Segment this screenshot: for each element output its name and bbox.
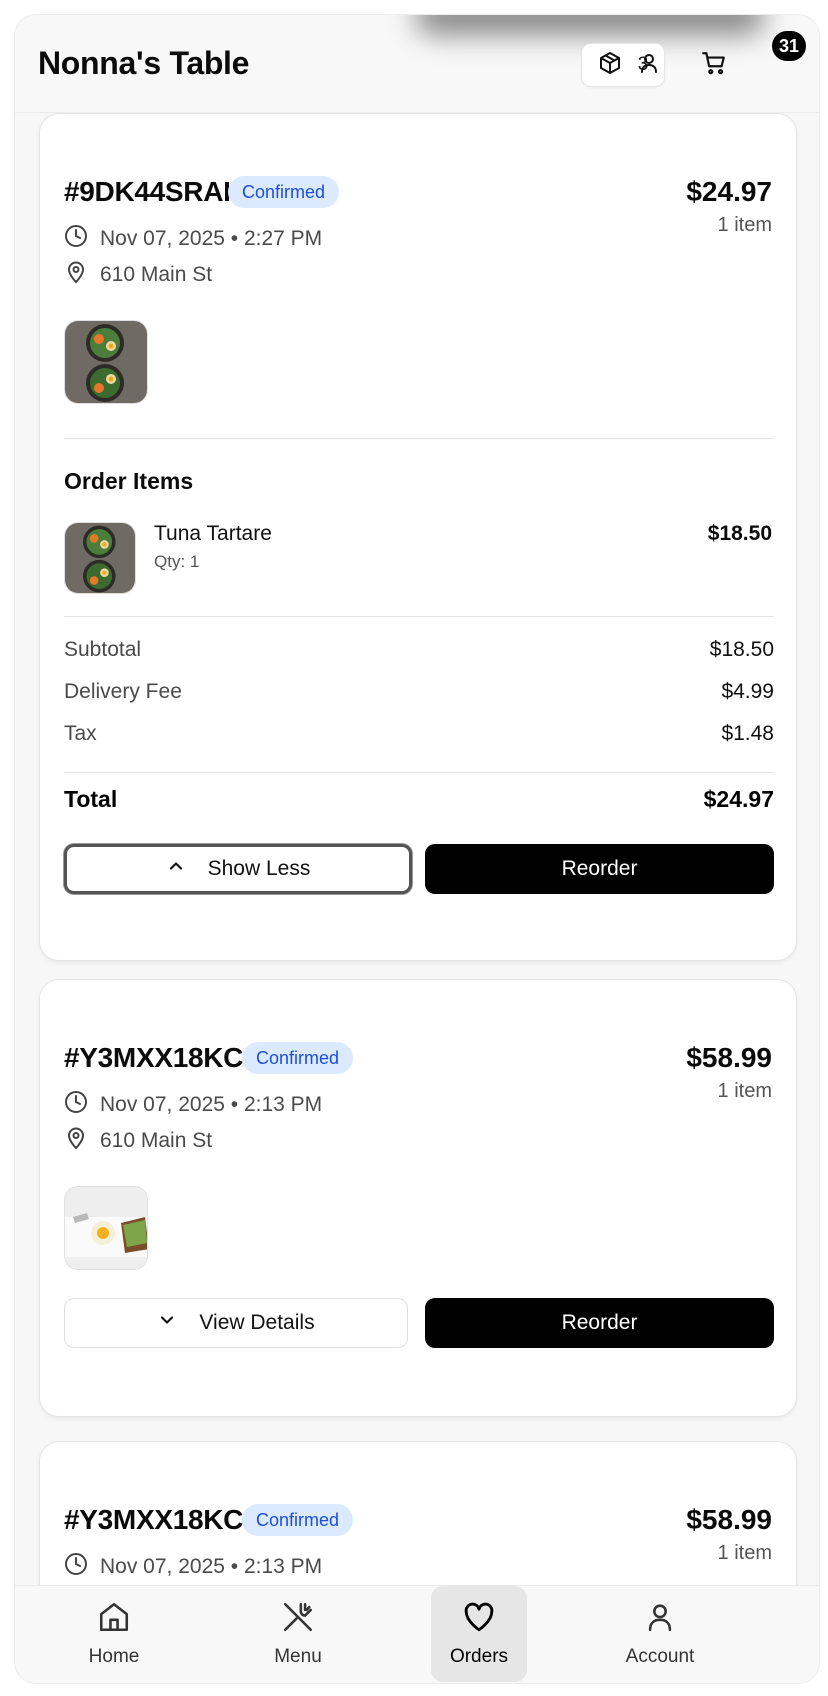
order-date-row: Nov 07, 2025 • 2:27 PM xyxy=(64,224,322,254)
reorder-label: Reorder xyxy=(561,857,638,880)
order-total: $24.97 xyxy=(686,176,772,207)
cart-button[interactable] xyxy=(696,47,732,83)
order-id: #9DK44SRAI xyxy=(64,176,231,207)
chevron-down-icon xyxy=(157,1310,177,1336)
show-less-label: Show Less xyxy=(207,857,311,880)
header-shadow xyxy=(415,15,765,35)
order-card: #Y3MXX18KC Confirmed $58.99 1 item Nov 0… xyxy=(39,979,797,1417)
reorder-label: Reorder xyxy=(561,1311,638,1334)
cart-icon xyxy=(701,50,727,81)
user-icon xyxy=(637,51,661,80)
order-item-thumbnail xyxy=(64,320,148,404)
order-item-count: 1 item xyxy=(717,214,772,236)
delivery-fee-value: $4.99 xyxy=(721,680,774,703)
nav-home-label: Home xyxy=(88,1646,140,1667)
view-details-label: View Details xyxy=(199,1311,315,1334)
order-item-thumbnail xyxy=(64,1186,148,1270)
package-icon xyxy=(598,51,622,80)
cart-count-badge: 31 xyxy=(772,31,806,61)
order-date-row: Nov 07, 2025 • 2:13 PM xyxy=(64,1552,322,1582)
order-id: #Y3MXX18KC xyxy=(64,1042,244,1073)
item-price: $18.50 xyxy=(707,522,772,545)
order-date-row: Nov 07, 2025 • 2:13 PM xyxy=(64,1090,322,1120)
nav-account[interactable]: Account xyxy=(612,1586,708,1682)
map-pin-icon xyxy=(64,260,88,290)
order-card: #9DK44SRAI Confirmed $24.97 1 item Nov 0… xyxy=(39,113,797,961)
total-row: Total $24.97 xyxy=(64,786,774,813)
order-item-count: 1 item xyxy=(717,1080,772,1102)
total-value: $24.97 xyxy=(703,786,774,812)
order-card: #Y3MXX18KC Confirmed $58.99 1 item Nov 0… xyxy=(39,1441,797,1597)
order-address: 610 Main St xyxy=(100,1129,213,1152)
divider xyxy=(64,772,774,773)
utensils-icon xyxy=(281,1600,315,1640)
order-item-count: 1 item xyxy=(717,1542,772,1564)
order-id: #Y3MXX18KC xyxy=(64,1504,244,1535)
order-address-row: 610 Main St xyxy=(64,260,212,290)
status-badge: Confirmed xyxy=(242,1042,354,1074)
user-icon xyxy=(643,1600,677,1640)
nav-account-label: Account xyxy=(625,1646,695,1667)
order-address-row: 610 Main St xyxy=(64,1126,212,1156)
nav-menu[interactable]: Menu xyxy=(250,1586,346,1682)
subtotal-value: $18.50 xyxy=(709,638,774,661)
app-frame: Nonna's Table 3 31 #9DK44SRAI Confirmed … xyxy=(14,14,820,1684)
order-address: 610 Main St xyxy=(100,263,213,286)
subtotal-label: Subtotal xyxy=(64,638,142,661)
app-header: Nonna's Table 3 31 xyxy=(15,15,819,113)
tax-row: Tax $1.48 xyxy=(64,722,774,746)
status-badge: Confirmed xyxy=(228,176,340,208)
item-thumbnail xyxy=(64,522,136,594)
map-pin-icon xyxy=(64,1126,88,1156)
delivery-fee-row: Delivery Fee $4.99 xyxy=(64,680,774,704)
app-title: Nonna's Table xyxy=(38,45,250,81)
show-less-button[interactable]: Show Less xyxy=(64,844,412,894)
clock-icon xyxy=(64,1090,88,1120)
item-name: Tuna Tartare xyxy=(154,522,272,545)
order-total: $58.99 xyxy=(686,1042,772,1073)
chevron-up-icon xyxy=(166,856,186,882)
order-date: Nov 07, 2025 • 2:13 PM xyxy=(100,1093,323,1116)
account-button[interactable] xyxy=(631,47,667,83)
divider xyxy=(64,616,774,617)
delivery-fee-label: Delivery Fee xyxy=(64,680,182,703)
orders-list[interactable]: #9DK44SRAI Confirmed $24.97 1 item Nov 0… xyxy=(15,113,819,1597)
nav-home[interactable]: Home xyxy=(66,1586,162,1682)
reorder-button[interactable]: Reorder xyxy=(425,1298,774,1348)
clock-icon xyxy=(64,224,88,254)
home-icon xyxy=(97,1600,131,1640)
reorder-button[interactable]: Reorder xyxy=(425,844,774,894)
heart-icon xyxy=(462,1600,496,1640)
order-date: Nov 07, 2025 • 2:27 PM xyxy=(100,227,323,250)
tax-label: Tax xyxy=(64,722,97,745)
bottom-nav: Home Menu Orders Account xyxy=(15,1585,819,1683)
item-qty: Qty: 1 xyxy=(154,552,200,571)
order-total: $58.99 xyxy=(686,1504,772,1535)
nav-orders[interactable]: Orders xyxy=(431,1586,527,1682)
subtotal-row: Subtotal $18.50 xyxy=(64,638,774,662)
nav-menu-label: Menu xyxy=(274,1646,322,1667)
order-date: Nov 07, 2025 • 2:13 PM xyxy=(100,1555,323,1578)
nav-orders-label: Orders xyxy=(449,1646,509,1667)
tax-value: $1.48 xyxy=(721,722,774,745)
total-label: Total xyxy=(64,786,118,812)
divider xyxy=(64,438,774,439)
order-items-heading: Order Items xyxy=(64,468,194,494)
clock-icon xyxy=(64,1552,88,1582)
view-details-button[interactable]: View Details xyxy=(64,1298,408,1348)
status-badge: Confirmed xyxy=(242,1504,354,1536)
